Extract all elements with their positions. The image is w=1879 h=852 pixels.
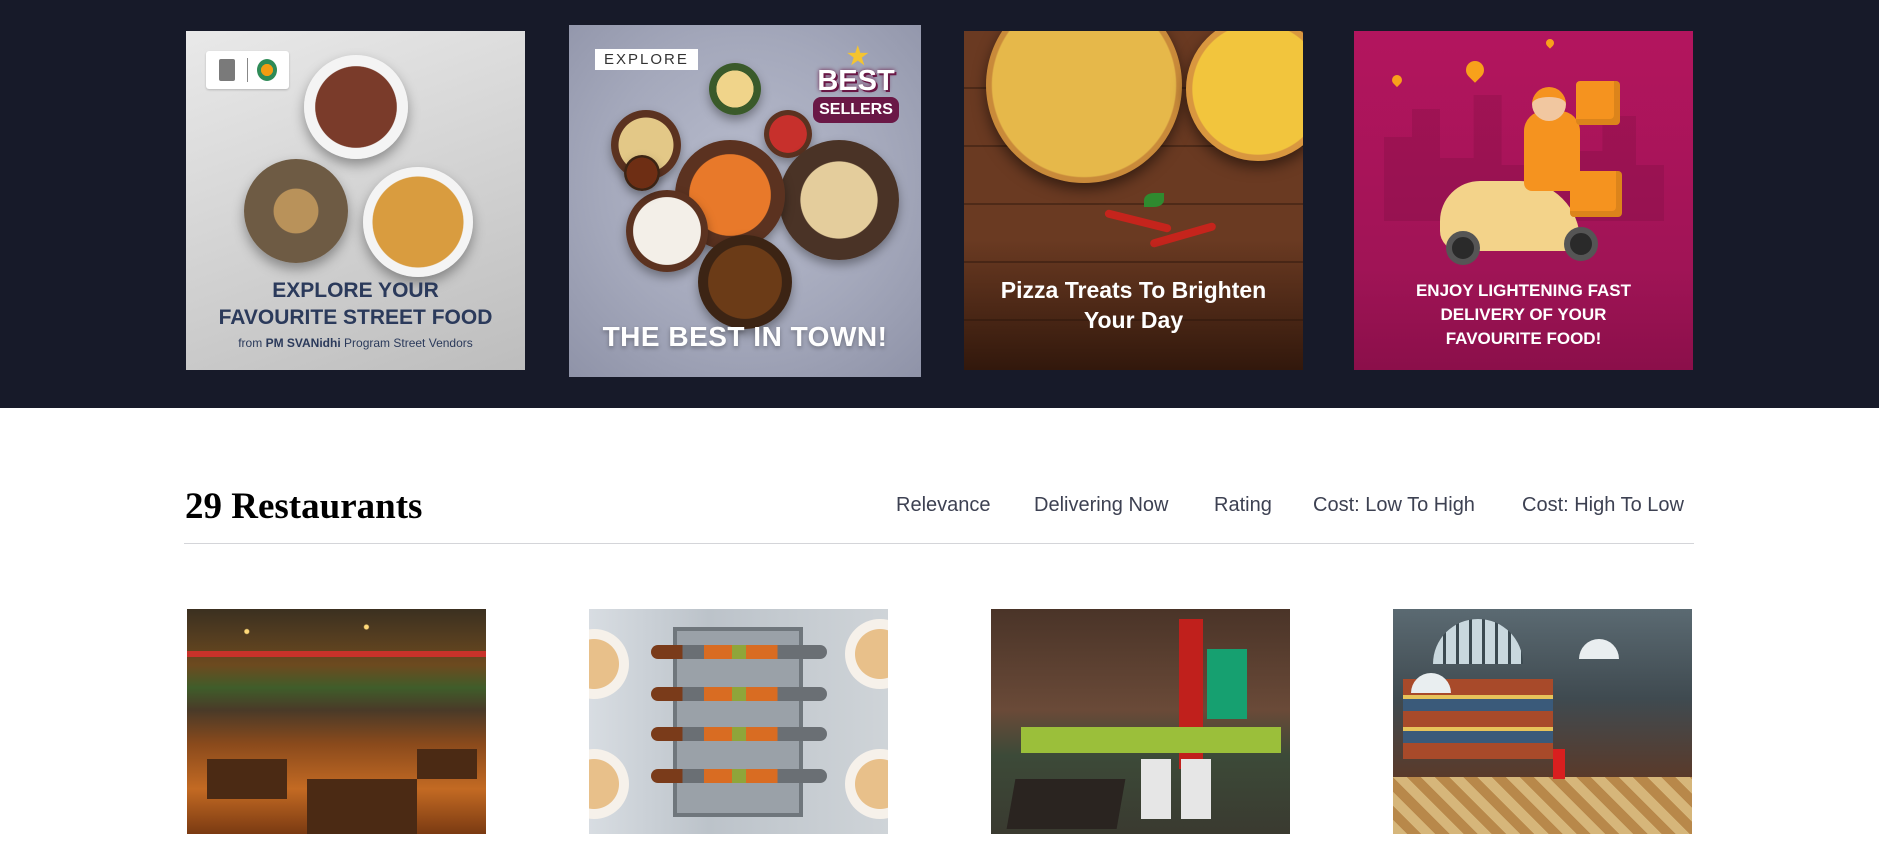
- banner-street-food-subtitle: from PM SVANidhi Program Street Vendors: [238, 336, 473, 350]
- restaurant-photo: [991, 609, 1290, 834]
- rice-bowl-image: [626, 190, 708, 272]
- location-pin-icon: [1389, 72, 1405, 88]
- sort-rating[interactable]: Rating: [1214, 494, 1272, 517]
- rice-plate-image: [363, 167, 473, 277]
- sort-cost-high-to-low[interactable]: Cost: High To Low: [1522, 494, 1684, 517]
- restaurant-card[interactable]: [589, 609, 888, 834]
- banner-explore-tag: EXPLORE: [595, 49, 698, 70]
- food-bowl-image: [624, 155, 660, 191]
- meat-plate-image: [304, 55, 408, 159]
- best-sellers-badge: ★ BEST SELLERS: [810, 45, 902, 135]
- banner-street-food-title: EXPLORE YOUR FAVOURITE STREET FOOD: [218, 279, 493, 329]
- restaurant-card[interactable]: [1393, 609, 1692, 834]
- basil-leaf-image: [1144, 193, 1164, 207]
- location-pin-icon: [1544, 37, 1556, 49]
- government-logo-icon: [206, 51, 289, 89]
- dal-bowl-image: [698, 235, 792, 329]
- banner-best-sellers[interactable]: EXPLORE ★ BEST SELLERS THE BEST IN TOWN!: [569, 25, 921, 377]
- food-bowl-image: [709, 63, 761, 115]
- scooter-wheel-image: [1564, 227, 1598, 261]
- banner-best-sellers-title: THE BEST IN TOWN!: [602, 321, 888, 352]
- delivery-package-icon: [1576, 81, 1620, 125]
- header-divider: [184, 543, 1694, 544]
- banner-pizza[interactable]: Pizza Treats To Brighten Your Day: [964, 31, 1303, 370]
- star-icon: ★: [847, 43, 869, 70]
- sort-cost-low-to-high[interactable]: Cost: Low To High: [1313, 494, 1475, 517]
- pizza-image: [1186, 31, 1303, 161]
- delivery-rider-head-image: [1532, 87, 1566, 121]
- banner-delivery-title: ENJOY LIGHTENING FAST DELIVERY OF YOUR F…: [1415, 281, 1632, 348]
- sort-relevance[interactable]: Relevance: [896, 494, 991, 517]
- pani-puri-plate-image: [244, 159, 348, 263]
- restaurant-card[interactable]: [991, 609, 1290, 834]
- delivery-package-icon: [1570, 171, 1622, 217]
- pizza-image: [986, 31, 1182, 183]
- banner-street-food[interactable]: EXPLORE YOUR FAVOURITE STREET FOOD from …: [186, 31, 525, 370]
- naan-plate-image: [779, 140, 899, 260]
- banner-pizza-title: Pizza Treats To Brighten Your Day: [1000, 277, 1267, 333]
- restaurant-card[interactable]: [187, 609, 486, 834]
- restaurants-count-title: 29 Restaurants: [185, 486, 423, 527]
- restaurant-photo: [1393, 609, 1692, 834]
- sort-delivering-now[interactable]: Delivering Now: [1034, 494, 1169, 517]
- offers-banner-carousel: EXPLORE YOUR FAVOURITE STREET FOOD from …: [0, 0, 1879, 408]
- chili-image: [1104, 208, 1172, 234]
- restaurant-photo: [589, 609, 888, 834]
- location-pin-icon: [1462, 57, 1488, 83]
- restaurant-photo: [187, 609, 486, 834]
- banner-delivery[interactable]: ENJOY LIGHTENING FAST DELIVERY OF YOUR F…: [1354, 31, 1693, 370]
- scooter-wheel-image: [1446, 231, 1480, 265]
